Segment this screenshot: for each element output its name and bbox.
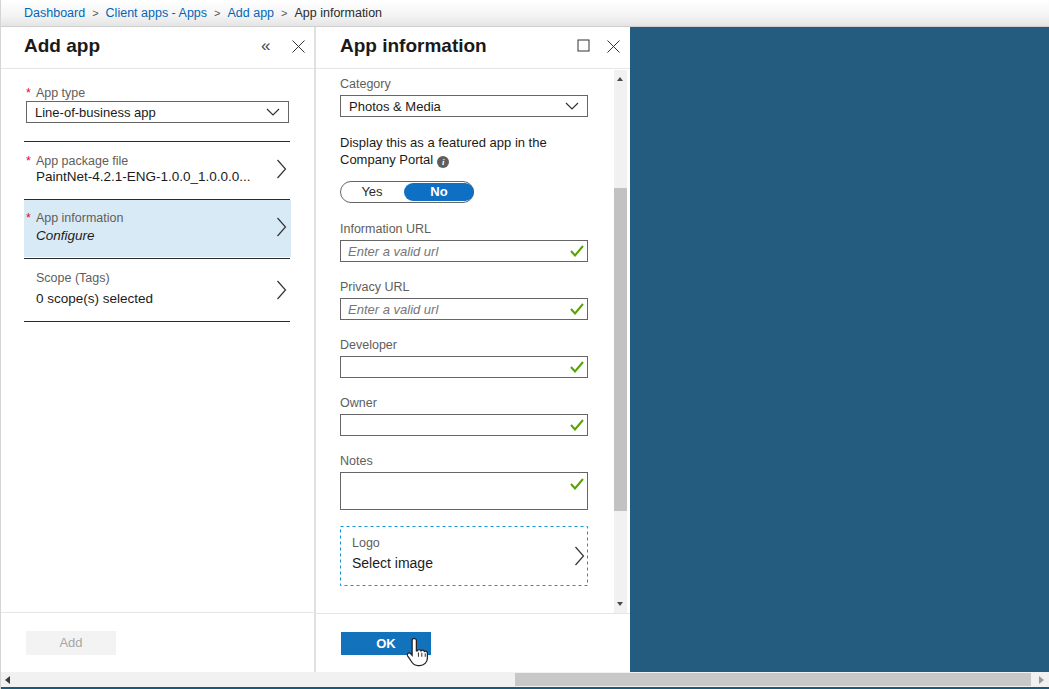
notes-label: Notes <box>340 454 373 468</box>
app-package-file-row[interactable]: *App package file PaintNet-4.2.1-ENG-1.0… <box>0 141 314 199</box>
divider <box>24 321 290 322</box>
featured-app-label-line2: Company Portali <box>340 151 449 168</box>
owner-input[interactable] <box>340 414 588 436</box>
app-type-label: *App type <box>26 83 85 101</box>
scope-tags-value: 0 scope(s) selected <box>36 291 153 306</box>
featured-toggle[interactable]: Yes No <box>340 181 474 203</box>
scroll-up-arrow[interactable] <box>617 77 623 81</box>
breadcrumb-separator: > <box>92 7 98 19</box>
add-app-panel-header: Add app « <box>0 27 314 69</box>
privacy-url-label: Privacy URL <box>340 280 409 294</box>
cursor-pointer <box>405 637 430 670</box>
app-information-panel: App information Category Photos & Media … <box>316 27 630 672</box>
footer-divider <box>0 612 314 613</box>
breadcrumb-separator: > <box>281 7 287 19</box>
privacy-url-input[interactable] <box>340 298 588 320</box>
chevron-down-icon <box>266 108 280 116</box>
info-icon[interactable]: i <box>437 156 449 168</box>
developer-label: Developer <box>340 338 397 352</box>
required-asterisk: * <box>26 154 31 168</box>
required-asterisk: * <box>26 211 31 225</box>
app-information-title: App information <box>340 35 487 57</box>
close-icon[interactable] <box>606 39 621 54</box>
valid-check-icon <box>570 478 584 490</box>
scope-tags-row[interactable]: Scope (Tags) 0 scope(s) selected <box>0 259 314 321</box>
category-select[interactable]: Photos & Media <box>340 95 588 117</box>
breadcrumb: Dashboard > Client apps - Apps > Add app… <box>0 0 1049 27</box>
breadcrumb-client-apps[interactable]: Client apps - Apps <box>106 6 207 20</box>
breadcrumb-current: App information <box>295 6 383 20</box>
valid-check-icon <box>570 303 584 315</box>
horizontal-scrollbar[interactable] <box>0 672 1049 687</box>
add-app-title: Add app <box>24 35 100 57</box>
logo-label: Logo <box>352 536 380 550</box>
app-information-row[interactable]: *App information Configure <box>24 200 291 257</box>
developer-input[interactable] <box>340 356 588 378</box>
information-url-input[interactable] <box>340 240 588 262</box>
scroll-right-arrow[interactable] <box>1039 676 1044 684</box>
scrollbar-thumb[interactable] <box>515 673 1031 686</box>
chevron-right-icon <box>574 545 585 567</box>
footer-divider <box>316 613 630 614</box>
required-asterisk: * <box>26 86 31 100</box>
valid-check-icon <box>570 419 584 431</box>
maximize-icon[interactable] <box>577 39 590 52</box>
category-label: Category <box>340 77 391 91</box>
scroll-left-arrow[interactable] <box>5 676 10 684</box>
valid-check-icon <box>570 245 584 257</box>
add-app-panel: Add app « *App type Line-of-business app… <box>0 27 314 672</box>
close-icon[interactable] <box>291 39 306 54</box>
add-button[interactable]: Add <box>26 631 116 655</box>
scroll-down-arrow[interactable] <box>617 602 623 606</box>
category-value: Photos & Media <box>349 99 441 114</box>
toggle-yes-option[interactable]: Yes <box>341 182 403 202</box>
logo-picker[interactable]: Logo Select image <box>340 526 588 586</box>
app-package-file-value: PaintNet-4.2.1-ENG-1.0.0_1.0.0.0... <box>36 169 251 184</box>
breadcrumb-add-app[interactable]: Add app <box>227 6 274 20</box>
scrollbar-thumb[interactable] <box>614 188 627 511</box>
chevron-down-icon <box>565 102 579 110</box>
window-left-edge <box>0 0 1 689</box>
chevron-right-icon <box>276 158 287 180</box>
collapse-icon[interactable]: « <box>261 36 270 56</box>
logo-select-image: Select image <box>352 555 433 571</box>
app-type-value: Line-of-business app <box>35 105 156 120</box>
app-information-panel-header: App information <box>316 27 630 69</box>
information-url-label: Information URL <box>340 222 431 236</box>
toggle-no-option[interactable]: No <box>404 183 474 201</box>
chevron-right-icon <box>276 279 287 301</box>
owner-label: Owner <box>340 396 377 410</box>
breadcrumb-dashboard[interactable]: Dashboard <box>24 6 85 20</box>
app-information-content: Category Photos & Media Display this as … <box>316 70 614 613</box>
app-type-select[interactable]: Line-of-business app <box>26 101 289 123</box>
app-information-value: Configure <box>36 228 95 243</box>
breadcrumb-separator: > <box>214 7 220 19</box>
valid-check-icon <box>570 361 584 373</box>
dashboard-backdrop <box>630 27 1049 672</box>
vertical-scrollbar[interactable] <box>614 70 627 613</box>
chevron-right-icon <box>276 216 287 238</box>
notes-input[interactable] <box>340 472 588 510</box>
featured-app-label-line1: Display this as a featured app in the <box>340 134 547 151</box>
